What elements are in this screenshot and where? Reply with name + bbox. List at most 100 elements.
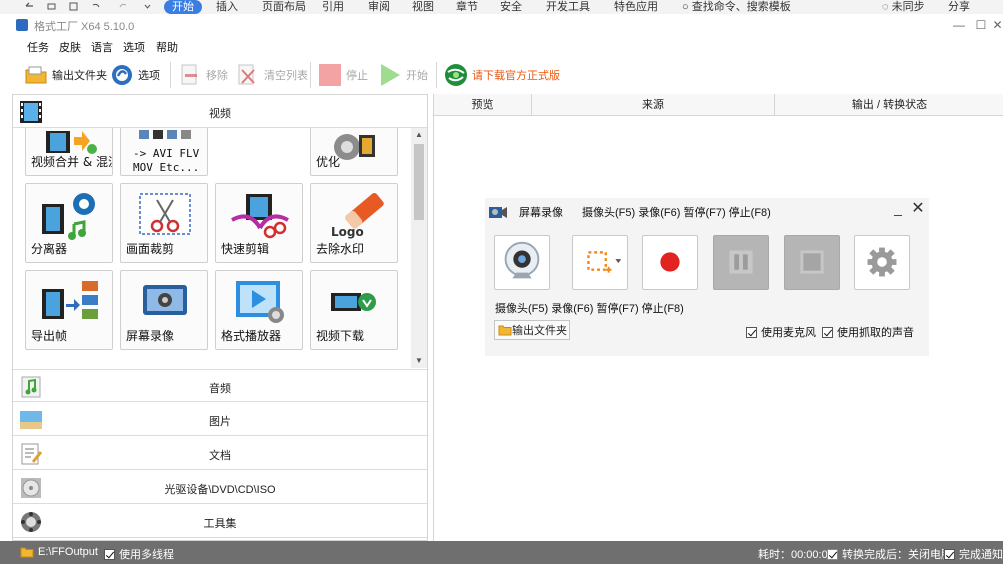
download-official-label: 请下载官方正式版 xyxy=(472,70,560,82)
multithread-checkbox[interactable] xyxy=(104,548,115,560)
output-folder-label: 输出文件夹 xyxy=(52,70,107,82)
redo-icon[interactable] xyxy=(118,1,129,12)
pause-button[interactable] xyxy=(713,235,769,290)
close-button[interactable]: ✕ xyxy=(992,16,1003,34)
column-source[interactable]: 来源 xyxy=(532,94,775,116)
record-button[interactable] xyxy=(642,235,698,290)
menu-skin[interactable]: 皮肤 xyxy=(59,39,81,55)
menu-options[interactable]: 选项 xyxy=(123,39,145,55)
tile-export-frames[interactable]: 导出帧 xyxy=(25,270,113,350)
ribbon-tab-view[interactable]: 视图 xyxy=(412,0,434,14)
preview-icon[interactable] xyxy=(68,1,79,12)
video-tools-grid: 视频合并 & 混流 -> AVI FLV MOV Etc... 优化 分离器 画… xyxy=(13,128,413,368)
category-document-label: 文档 xyxy=(209,450,231,462)
window-title: 格式工厂 X64 5.10.0 xyxy=(34,21,135,33)
crop-icon xyxy=(139,193,191,235)
notify-option[interactable]: 完成通知 xyxy=(944,546,1003,562)
ribbon-tab-layout[interactable]: 页面布局 xyxy=(262,0,306,14)
use-system-audio-option[interactable]: 使用抓取的声音 xyxy=(822,324,914,340)
stop-record-button[interactable] xyxy=(784,235,840,290)
column-preview[interactable]: 预览 xyxy=(434,94,532,116)
scroll-down-icon[interactable]: ▼ xyxy=(411,354,427,368)
category-video-label: 视频 xyxy=(209,108,231,120)
category-video[interactable]: 视频 xyxy=(13,95,427,128)
back-icon[interactable] xyxy=(24,1,35,12)
use-mic-option[interactable]: 使用麦克风 xyxy=(746,324,816,340)
start-button[interactable]: 开始 xyxy=(378,60,428,90)
undo-icon[interactable] xyxy=(90,1,101,12)
notify-checkbox[interactable] xyxy=(944,548,955,560)
elapsed-time: 耗时：00:00:00 xyxy=(758,549,834,561)
ribbon-sync[interactable]: ◌ 未同步 xyxy=(882,0,925,14)
svg-text:Logo: Logo xyxy=(331,225,364,239)
region-select-button[interactable] xyxy=(572,235,628,290)
ribbon-search[interactable]: ○ 查找命令、搜索模板 xyxy=(682,0,791,14)
avi-flv-icon xyxy=(139,130,191,139)
download-official-link[interactable]: 请下载官方正式版 xyxy=(444,60,560,90)
multithread-option[interactable]: 使用多线程 xyxy=(104,546,174,562)
remove-icon xyxy=(181,64,197,85)
scrollbar-thumb[interactable] xyxy=(414,144,424,220)
category-audio[interactable]: 音频 xyxy=(13,369,427,402)
recorder-subtitle: 摄像头(F5) 录像(F6) 暂停(F7) 停止(F8) xyxy=(582,207,771,219)
toolbar-divider xyxy=(170,62,171,88)
ribbon-tab-devtools[interactable]: 开发工具 xyxy=(546,0,590,14)
use-system-audio-checkbox[interactable] xyxy=(822,326,833,338)
ribbon-tab-insert[interactable]: 插入 xyxy=(216,0,238,14)
menu-language[interactable]: 语言 xyxy=(91,39,113,55)
recorder-output-folder-button[interactable]: 输出文件夹 xyxy=(494,320,570,340)
recorder-minimize-button[interactable]: _ xyxy=(891,201,905,217)
remove-button[interactable]: 移除 xyxy=(178,60,228,90)
ribbon-tab-security[interactable]: 安全 xyxy=(500,0,522,14)
webcam-button[interactable] xyxy=(494,235,550,290)
print-icon[interactable] xyxy=(46,1,57,12)
category-disc[interactable]: 光驱设备\DVD\CD\ISO xyxy=(13,471,427,504)
recorder-settings-button[interactable] xyxy=(854,235,910,290)
after-convert-checkbox[interactable] xyxy=(827,548,838,560)
tile-crop[interactable]: 画面裁剪 xyxy=(120,183,208,263)
after-convert-option[interactable]: 转换完成后：关闭电脑 xyxy=(827,546,952,562)
stop-button[interactable]: 停止 xyxy=(318,60,368,90)
options-button[interactable]: 选项 xyxy=(110,60,160,90)
webcam-icon xyxy=(504,241,540,279)
tile-video-merge[interactable]: 视频合并 & 混流 xyxy=(25,128,113,176)
tile-convert-avi-flv[interactable]: -> AVI FLV MOV Etc... xyxy=(120,128,208,176)
maximize-button[interactable]: ☐ xyxy=(972,16,990,34)
column-output-status[interactable]: 输出 / 转换状态 xyxy=(775,94,1003,116)
ribbon-tab-review[interactable]: 审阅 xyxy=(368,0,390,14)
output-folder-button[interactable]: 输出文件夹 xyxy=(24,60,107,90)
after-convert-label: 转换完成后：关闭电脑 xyxy=(842,549,952,561)
tile-screen-record[interactable]: 屏幕录像 xyxy=(120,270,208,350)
tools-scrollbar[interactable]: ▲ ▼ xyxy=(411,128,427,368)
clear-list-button[interactable]: 清空列表 xyxy=(236,60,308,90)
recorder-close-button[interactable]: ✕ xyxy=(911,201,925,217)
category-picture[interactable]: 图片 xyxy=(13,403,427,436)
chevron-down-icon[interactable] xyxy=(142,1,153,12)
record-icon xyxy=(660,252,680,272)
category-disc-label: 光驱设备\DVD\CD\ISO xyxy=(164,484,276,496)
tile-format-player[interactable]: 格式播放器 xyxy=(215,270,303,350)
screen-recorder-dialog: 屏幕录像 摄像头(F5) 录像(F6) 暂停(F7) 停止(F8) _ ✕ 摄像… xyxy=(485,198,929,356)
scroll-up-icon[interactable]: ▲ xyxy=(411,128,427,142)
ribbon-share[interactable]: 分享 xyxy=(948,0,970,14)
use-mic-checkbox[interactable] xyxy=(746,326,757,338)
tile-remove-watermark[interactable]: Logo 去除水印 xyxy=(310,183,398,263)
output-path[interactable]: E:\FFOutput xyxy=(20,546,98,558)
tile-quick-clip[interactable]: 快速剪辑 xyxy=(215,183,303,263)
category-toolbox[interactable]: 工具集 xyxy=(13,505,427,538)
category-document[interactable]: 文档 xyxy=(13,437,427,470)
ribbon-tab-features[interactable]: 特色应用 xyxy=(614,0,658,14)
tile-optimize[interactable]: 优化 xyxy=(310,128,398,176)
ribbon-tab-reference[interactable]: 引用 xyxy=(322,0,344,14)
tile-video-download[interactable]: 视频下载 xyxy=(310,270,398,350)
tile-splitter[interactable]: 分离器 xyxy=(25,183,113,263)
ribbon-tab-start[interactable]: 开始 xyxy=(164,0,202,14)
ribbon-tab-chapter[interactable]: 章节 xyxy=(456,0,478,14)
app-logo-icon xyxy=(16,19,28,31)
tile-remove-watermark-label: 去除水印 xyxy=(316,242,365,256)
use-mic-label: 使用麦克风 xyxy=(761,327,816,339)
menu-help[interactable]: 帮助 xyxy=(156,39,178,55)
menu-task[interactable]: 任务 xyxy=(27,39,49,55)
minimize-button[interactable]: — xyxy=(950,16,968,34)
tile-export-frames-label: 导出帧 xyxy=(31,329,68,343)
